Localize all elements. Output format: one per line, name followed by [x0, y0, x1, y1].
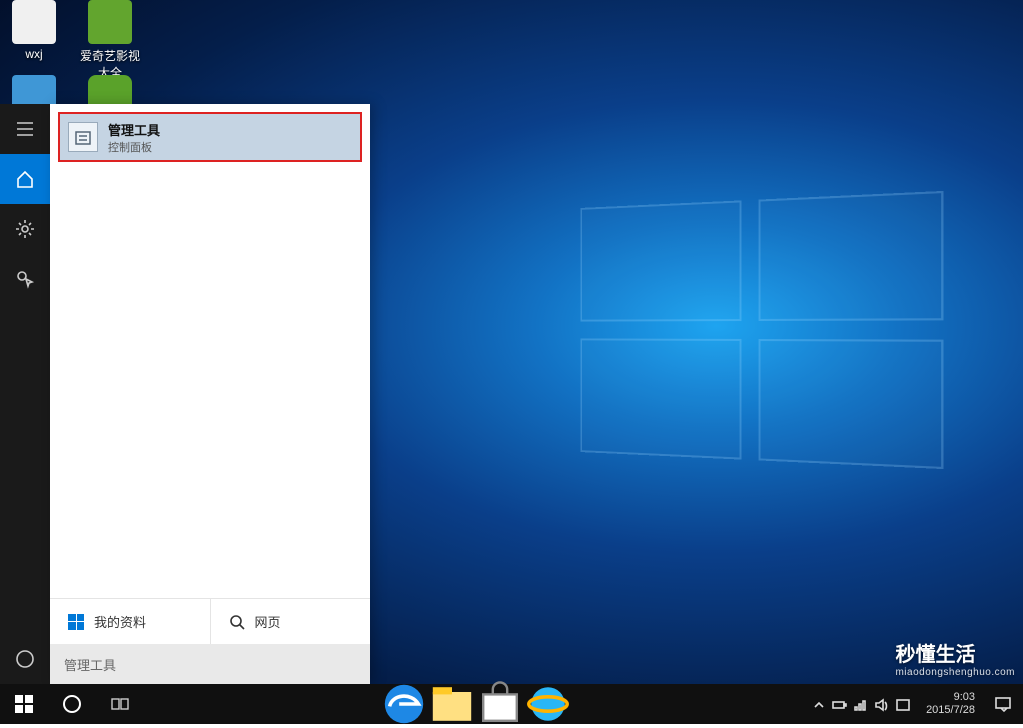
feedback-button[interactable]	[0, 254, 50, 304]
windows-logo-art	[580, 191, 943, 469]
action-center-button[interactable]	[983, 684, 1023, 724]
ie-icon	[524, 680, 572, 728]
ime-icon[interactable]	[895, 697, 910, 712]
taskbar-clock[interactable]: 9:03 2015/7/28	[918, 691, 983, 716]
taskbar-app-edge[interactable]	[380, 684, 428, 724]
start-button[interactable]	[0, 684, 48, 724]
watermark: 秒懂生活 miaodongshenghuo.com	[895, 638, 1015, 678]
desktop-icon-wxj[interactable]: wxj	[4, 0, 64, 61]
cortana-button[interactable]	[48, 684, 96, 724]
edge-icon	[380, 680, 428, 728]
tab-web[interactable]: 网页	[210, 599, 371, 644]
task-view-button[interactable]	[96, 684, 144, 724]
watermark-brand: 秒懂生活	[895, 644, 975, 666]
cortana-rail-button[interactable]	[0, 634, 50, 684]
search-input[interactable]: 管理工具	[50, 644, 370, 684]
search-filter-tabs: 我的资料 网页	[50, 598, 370, 644]
volume-icon[interactable]	[874, 697, 889, 712]
clock-date: 2015/7/28	[926, 704, 975, 717]
tab-my-stuff[interactable]: 我的资料	[50, 599, 210, 644]
taskbar-app-ie[interactable]	[524, 684, 572, 724]
hamburger-button[interactable]	[0, 104, 50, 154]
start-menu-rail	[0, 104, 50, 684]
search-result-admin-tools[interactable]: 管理工具 控制面板	[58, 112, 362, 162]
windows-flag-icon	[68, 614, 84, 630]
cortana-circle-icon	[62, 694, 82, 714]
system-tray	[803, 697, 918, 712]
search-icon	[229, 614, 245, 630]
battery-icon[interactable]	[832, 697, 847, 712]
tab-label: 网页	[255, 612, 281, 631]
store-icon	[476, 680, 524, 728]
explorer-icon	[428, 680, 476, 728]
desktop-icon-label: wxj	[4, 47, 64, 61]
admin-tools-icon	[68, 122, 98, 152]
taskbar: 9:03 2015/7/28	[0, 684, 1023, 724]
search-result-subtitle: 控制面板	[108, 139, 160, 155]
feedback-icon	[15, 269, 35, 289]
cortana-circle-icon	[15, 649, 35, 669]
settings-button[interactable]	[0, 204, 50, 254]
desktop-icon-iqiyi[interactable]: 爱奇艺影视大全	[80, 0, 140, 81]
chevron-up-icon[interactable]	[811, 697, 826, 712]
watermark-url: miaodongshenghuo.com	[895, 667, 1015, 678]
taskbar-pinned-apps	[380, 684, 572, 724]
start-search-panel: 管理工具 控制面板 我的资料 网页 管理工具	[50, 104, 370, 684]
taskview-icon	[110, 694, 130, 714]
clock-time: 9:03	[926, 691, 975, 704]
app-icon	[88, 0, 132, 44]
tab-label: 我的资料	[94, 612, 146, 631]
action-center-icon	[994, 695, 1012, 713]
desktop-wallpaper: wxj 爱奇艺影视大全	[0, 0, 1023, 724]
home-button[interactable]	[0, 154, 50, 204]
search-query-text: 管理工具	[64, 655, 116, 674]
folder-icon	[12, 0, 56, 44]
network-icon[interactable]	[853, 697, 868, 712]
start-icon	[15, 695, 33, 713]
taskbar-app-explorer[interactable]	[428, 684, 476, 724]
taskbar-app-store[interactable]	[476, 684, 524, 724]
hamburger-icon	[15, 119, 35, 139]
search-result-title: 管理工具	[108, 120, 160, 139]
search-results-area	[50, 162, 370, 598]
home-icon	[15, 169, 35, 189]
gear-icon	[15, 219, 35, 239]
